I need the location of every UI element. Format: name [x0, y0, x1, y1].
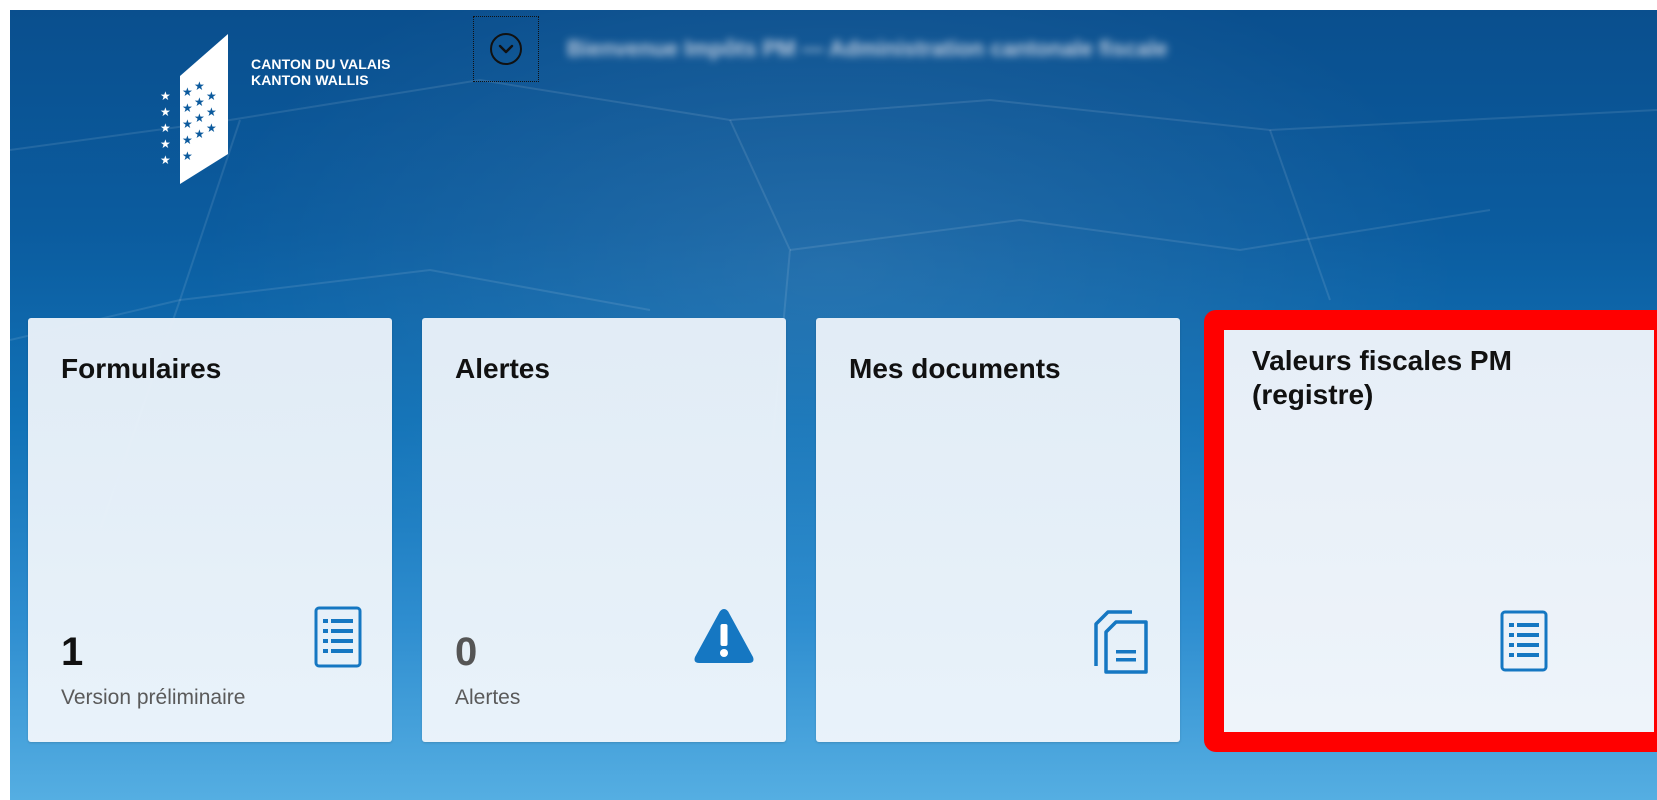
svg-text:★: ★ — [194, 111, 205, 125]
svg-text:★: ★ — [182, 117, 193, 131]
svg-text:★: ★ — [206, 105, 217, 119]
svg-text:★: ★ — [182, 133, 193, 147]
documents-icon — [1092, 610, 1152, 679]
tile-title-line1: Valeurs fiscales PM — [1252, 345, 1512, 376]
canton-logo[interactable]: ★ ★ ★ ★ ★ ★ ★ ★ ★ ★ ★ ★ ★ ★ ★ ★ ★ CANTON… — [158, 34, 438, 194]
tile-title: Valeurs fiscales PM (registre) — [1252, 344, 1512, 412]
svg-text:★: ★ — [182, 85, 193, 99]
tile-title: Mes documents — [849, 353, 1061, 384]
tile-caption: Version préliminaire — [61, 686, 246, 709]
tile-title-line2: (registre) — [1252, 379, 1374, 410]
svg-text:★: ★ — [160, 153, 171, 167]
valais-flag-icon: ★ ★ ★ ★ ★ ★ ★ ★ ★ ★ ★ ★ ★ ★ ★ ★ ★ — [160, 34, 228, 184]
chevron-down-circle-icon — [490, 33, 522, 65]
tile-count: 1 — [61, 630, 84, 674]
tile-count: 0 — [455, 630, 478, 674]
svg-text:★: ★ — [160, 137, 171, 151]
tile-title: Formulaires — [61, 353, 222, 384]
form-list-icon — [1500, 610, 1548, 677]
svg-text:★: ★ — [194, 79, 205, 93]
header-menu-toggle[interactable] — [473, 16, 539, 82]
tile-caption: Alertes — [455, 686, 521, 709]
logo-text-line2: KANTON WALLIS — [251, 72, 369, 88]
page-title: Bienvenue Impôts PM — Administration can… — [567, 36, 1168, 61]
form-list-icon — [314, 606, 362, 673]
tile-valeurs-fiscales-pm[interactable]: Valeurs fiscales PM (registre) — [1204, 310, 1657, 752]
tile-alertes[interactable]: Alertes 0 Alertes — [422, 318, 786, 742]
svg-text:★: ★ — [206, 89, 217, 103]
warning-icon — [692, 606, 756, 671]
tile-formulaires[interactable]: Formulaires 1 Version préliminaire — [28, 318, 392, 742]
svg-text:★: ★ — [160, 105, 171, 119]
app-shell: ★ ★ ★ ★ ★ ★ ★ ★ ★ ★ ★ ★ ★ ★ ★ ★ ★ CANTON… — [10, 10, 1657, 800]
tile-inner: Valeurs fiscales PM (registre) — [1224, 330, 1654, 732]
logo-text-line1: CANTON DU VALAIS — [251, 56, 391, 72]
svg-text:★: ★ — [206, 121, 217, 135]
svg-text:★: ★ — [182, 149, 193, 163]
tile-mes-documents[interactable]: Mes documents — [816, 318, 1180, 742]
svg-text:★: ★ — [160, 121, 171, 135]
svg-text:★: ★ — [194, 127, 205, 141]
svg-text:★: ★ — [194, 95, 205, 109]
tile-title: Alertes — [455, 353, 550, 384]
svg-text:★: ★ — [160, 89, 171, 103]
svg-text:★: ★ — [182, 101, 193, 115]
